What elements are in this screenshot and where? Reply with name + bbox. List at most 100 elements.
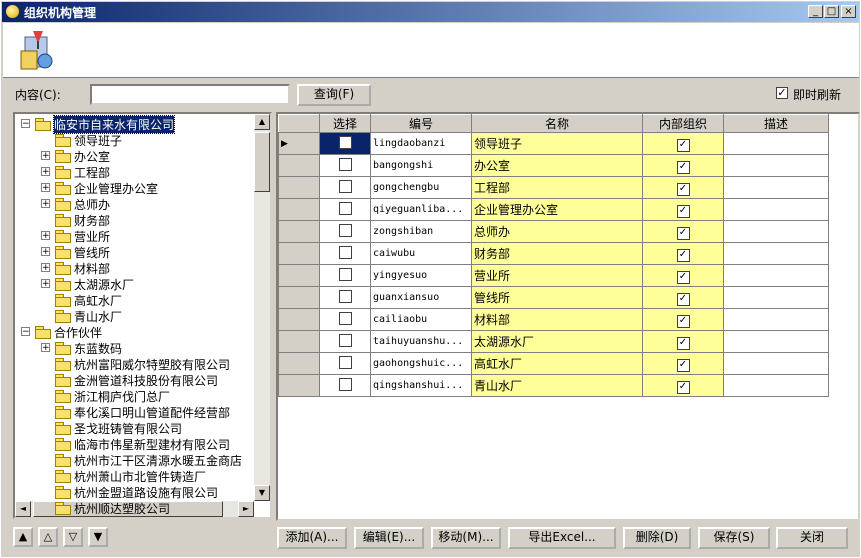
checkbox-icon[interactable]: ✓ <box>676 292 690 306</box>
checkbox-icon[interactable]: ✓ <box>676 358 690 372</box>
grid-row[interactable]: caiwubu 财务部 ✓ <box>278 242 829 265</box>
description-cell[interactable] <box>723 374 829 397</box>
grid-row[interactable]: guanxiansuo 管线所 ✓ <box>278 286 829 309</box>
tree-node[interactable]: + 营业所 <box>15 228 255 244</box>
checkbox-icon[interactable] <box>338 311 352 325</box>
description-cell[interactable] <box>723 220 829 243</box>
expand-icon[interactable]: + <box>41 279 50 289</box>
select-cell[interactable] <box>319 154 371 177</box>
code-cell[interactable]: guanxiansuo <box>370 286 472 309</box>
minimize-button[interactable]: _ <box>808 5 823 18</box>
save-button[interactable]: 保存(S) <box>698 527 770 549</box>
grid-row[interactable]: ▶ lingdaobanzi 领导班子 ✓ <box>278 132 829 155</box>
expand-icon[interactable]: + <box>41 167 50 177</box>
code-cell[interactable]: yingyesuo <box>370 264 472 287</box>
select-cell[interactable] <box>319 374 371 397</box>
column-header-code[interactable]: 编号 <box>370 114 472 133</box>
tree-node[interactable]: 奉化溪口明山管道配件经营部 <box>15 404 255 420</box>
move-down-button[interactable]: ▽ <box>63 527 83 547</box>
checkbox-icon[interactable] <box>338 201 352 215</box>
tree-node[interactable]: + 企业管理办公室 <box>15 180 255 196</box>
tree-node[interactable]: 财务部 <box>15 212 255 228</box>
tree-node[interactable]: + 总师办 <box>15 196 255 212</box>
description-cell[interactable] <box>723 242 829 265</box>
export-excel-button[interactable]: 导出Excel... <box>508 527 616 549</box>
tree-node[interactable]: 领导班子 <box>15 132 255 148</box>
edit-button[interactable]: 编辑(E)... <box>354 527 424 549</box>
name-cell[interactable]: 办公室 <box>471 154 643 177</box>
internal-cell[interactable]: ✓ <box>642 242 724 265</box>
checkbox-icon[interactable]: ✓ <box>676 314 690 328</box>
instant-refresh-checkbox[interactable]: ✓ <box>776 87 788 99</box>
checkbox-icon[interactable] <box>338 179 352 193</box>
checkbox-icon[interactable]: ✓ <box>676 160 690 174</box>
tree-node[interactable]: 圣戈班铸管有限公司 <box>15 420 255 436</box>
tree-node[interactable]: + 东蓝数码 <box>15 340 255 356</box>
tree-node[interactable]: + 管线所 <box>15 244 255 260</box>
name-cell[interactable]: 材料部 <box>471 308 643 331</box>
name-cell[interactable]: 企业管理办公室 <box>471 198 643 221</box>
checkbox-icon[interactable] <box>338 377 352 391</box>
row-indicator[interactable] <box>278 286 320 309</box>
name-cell[interactable]: 青山水厂 <box>471 374 643 397</box>
expand-icon[interactable]: + <box>41 183 50 193</box>
expand-icon[interactable]: + <box>41 151 50 161</box>
internal-cell[interactable]: ✓ <box>642 308 724 331</box>
column-header-select[interactable]: 选择 <box>319 114 371 133</box>
expand-icon[interactable]: + <box>41 199 50 209</box>
organization-tree[interactable]: ▲ ▼ ◄ ► − 临安市自来水有限公司 领导班子 + 办公室 + 工程部 + 企业管理办公室 +… <box>13 112 272 519</box>
tree-node[interactable]: 杭州市江干区清源水暖五金商店 <box>15 452 255 468</box>
tree-node[interactable]: + 办公室 <box>15 148 255 164</box>
move-bottom-button[interactable]: ▼ <box>88 527 108 547</box>
search-input[interactable] <box>90 84 290 105</box>
tree-vertical-scrollbar[interactable]: ▲ ▼ <box>254 114 270 501</box>
description-cell[interactable] <box>723 286 829 309</box>
tree-node[interactable]: 浙江桐庐伐门总厂 <box>15 388 255 404</box>
code-cell[interactable]: qingshanshui... <box>370 374 472 397</box>
row-indicator[interactable] <box>278 308 320 331</box>
grid-row[interactable]: qiyeguanliba... 企业管理办公室 ✓ <box>278 198 829 221</box>
name-cell[interactable]: 营业所 <box>471 264 643 287</box>
internal-cell[interactable]: ✓ <box>642 352 724 375</box>
internal-cell[interactable]: ✓ <box>642 286 724 309</box>
move-up-button[interactable]: △ <box>38 527 58 547</box>
checkbox-icon[interactable]: ✓ <box>676 270 690 284</box>
select-cell[interactable] <box>319 220 371 243</box>
checkbox-icon[interactable]: ✓ <box>676 204 690 218</box>
expand-icon[interactable]: + <box>41 263 50 273</box>
checkbox-icon[interactable] <box>338 157 352 171</box>
internal-cell[interactable]: ✓ <box>642 176 724 199</box>
row-indicator[interactable]: ▶ <box>278 132 320 155</box>
internal-cell[interactable]: ✓ <box>642 330 724 353</box>
select-cell[interactable] <box>319 330 371 353</box>
grid-row[interactable]: bangongshi 办公室 ✓ <box>278 154 829 177</box>
description-cell[interactable] <box>723 308 829 331</box>
internal-cell[interactable]: ✓ <box>642 132 724 155</box>
grid-row[interactable]: cailiaobu 材料部 ✓ <box>278 308 829 331</box>
collapse-icon[interactable]: − <box>21 327 30 337</box>
tree-node[interactable]: 杭州金盟道路设施有限公司 <box>15 484 255 500</box>
organization-grid[interactable]: 选择 编号 名称 内部组织 描述 ▶ lingdaobanzi 领导班子 ✓ bango… <box>276 112 860 521</box>
expand-icon[interactable]: + <box>41 247 50 257</box>
description-cell[interactable] <box>723 198 829 221</box>
tree-node[interactable]: + 太湖源水厂 <box>15 276 255 292</box>
checkbox-icon[interactable] <box>338 333 352 347</box>
tree-node[interactable]: − 合作伙伴 <box>15 324 255 340</box>
select-cell[interactable] <box>319 264 371 287</box>
internal-cell[interactable]: ✓ <box>642 154 724 177</box>
checkbox-icon[interactable]: ✓ <box>676 380 690 394</box>
checkbox-icon[interactable]: ✓ <box>676 226 690 240</box>
add-button[interactable]: 添加(A)... <box>277 527 347 549</box>
title-bar[interactable]: 组织机构管理 _ □ × <box>2 2 859 22</box>
description-cell[interactable] <box>723 132 829 155</box>
column-header-name[interactable]: 名称 <box>471 114 643 133</box>
name-cell[interactable]: 管线所 <box>471 286 643 309</box>
row-indicator[interactable] <box>278 374 320 397</box>
description-cell[interactable] <box>723 352 829 375</box>
delete-button[interactable]: 删除(D) <box>623 527 691 549</box>
code-cell[interactable]: lingdaobanzi <box>370 132 472 155</box>
code-cell[interactable]: zongshiban <box>370 220 472 243</box>
row-indicator[interactable] <box>278 264 320 287</box>
internal-cell[interactable]: ✓ <box>642 220 724 243</box>
grid-row[interactable]: taihuyuanshu... 太湖源水厂 ✓ <box>278 330 829 353</box>
